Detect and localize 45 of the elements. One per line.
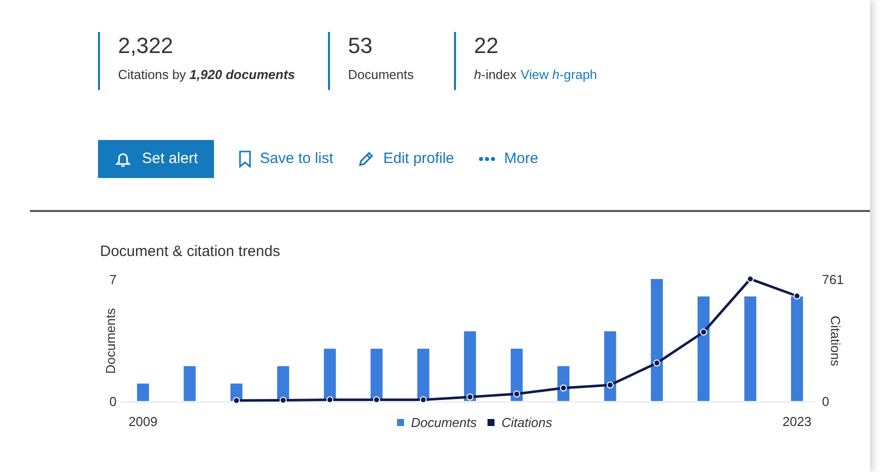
legend-swatch [397,419,404,426]
axis-tick-label: 761 [822,272,844,287]
citation-point [746,276,754,282]
citation-point [513,390,520,398]
document-bar [464,331,476,401]
document-bar [184,366,196,401]
view-graph-link[interactable]: View h-graph [520,66,598,84]
metric-value: 22 [474,32,498,60]
document-bar [137,384,149,401]
document-bar [324,348,336,401]
axis-tick-label: 2023 [782,414,812,429]
legend-label: Citations [502,415,552,430]
metric-label: Citations by 1,920 documents [118,66,296,84]
axis-tick-label: 0 [822,394,830,409]
metric-value: 2,322 [118,32,174,60]
action-link[interactable]: Save to list [238,140,334,178]
document-bar [417,348,430,401]
document-bar [370,348,383,401]
action-link[interactable]: More [478,140,538,178]
pencil-icon [357,150,376,168]
bell-icon [114,150,132,168]
action-link[interactable]: Edit profile [357,140,454,178]
axis-tick-label: 2009 [128,414,158,429]
citation-point [700,328,708,336]
axis-title: Citations [828,316,843,366]
legend-label: Documents [411,415,477,430]
metric-label: Documents [348,66,414,84]
document-bar [277,366,290,401]
citation-point [560,384,567,392]
citation-point [606,381,614,388]
metric-value: 53 [348,32,372,60]
axis-tick-label: 0 [109,394,117,409]
document-bar [510,348,523,401]
more-icon [478,156,496,162]
axis-title: Documents [103,308,118,374]
citation-point [232,397,240,404]
bookmark-icon [238,150,252,168]
set-alert-button[interactable]: Set alert [98,140,214,178]
legend-swatch [488,419,494,426]
citation-point [653,360,660,366]
citation-point [794,292,800,300]
metric-label: h-index [474,66,517,84]
document-bar [604,331,616,401]
axis-tick-label: 7 [109,272,117,287]
chart-title: Document & citation trends [100,242,280,262]
